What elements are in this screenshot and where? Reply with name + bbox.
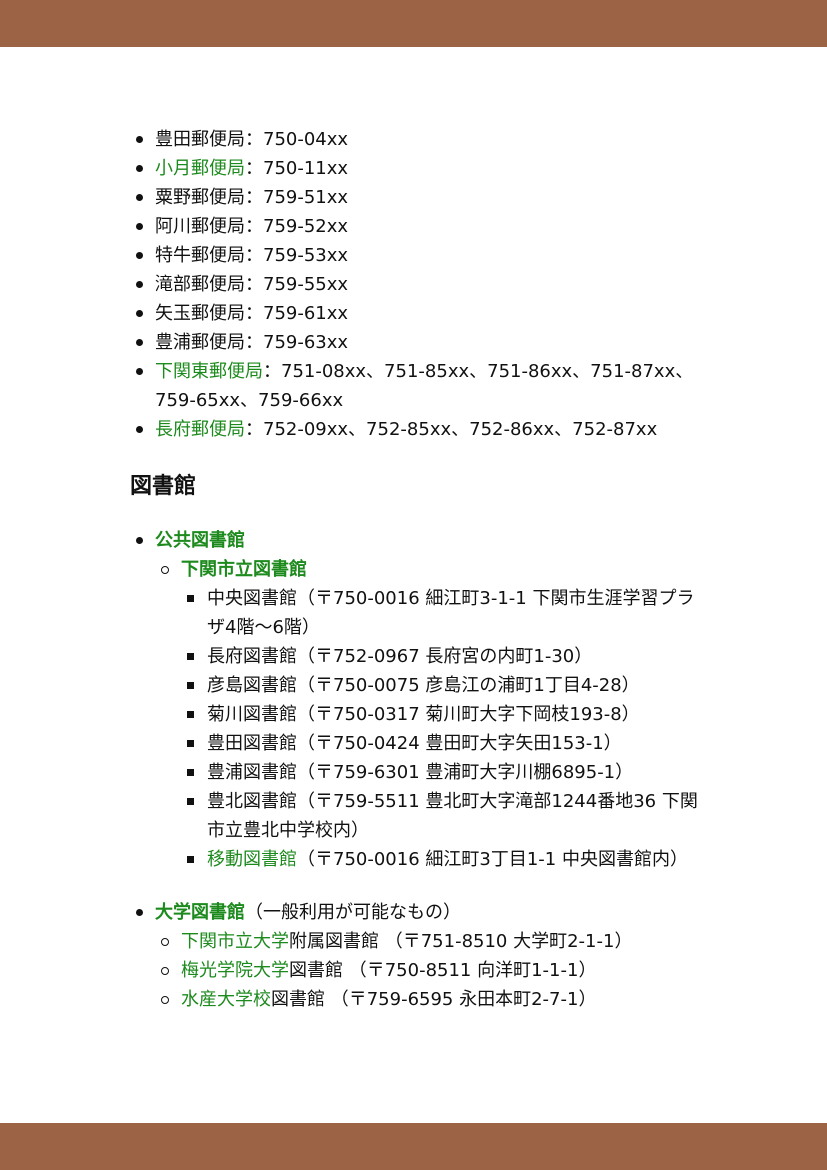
list-item: 滝部郵便局：759-55xx (130, 270, 710, 299)
branch-address: （〒759-6301 豊浦町大字川棚6895-1） (297, 762, 634, 783)
branch-name: 中央図書館 (207, 588, 297, 609)
public-library-link[interactable]: 公共図書館 (155, 530, 245, 551)
list-item: 長府図書館（〒752-0967 長府宮の内町1-30） (181, 642, 710, 671)
list-item: 豊田図書館（〒750-0424 豊田町大字矢田153-1） (181, 729, 710, 758)
list-item: 豊浦郵便局：759-63xx (130, 328, 710, 357)
list-item: 粟野郵便局：759-51xx (130, 183, 710, 212)
postal-codes: ：750-11xx (245, 158, 349, 179)
post-office-link[interactable]: 小月郵便局 (155, 158, 245, 179)
post-office-name: 滝部郵便局 (155, 274, 245, 295)
postal-codes: ：750-04xx (245, 129, 349, 150)
footer-band (0, 1123, 827, 1170)
mobile-library-link[interactable]: 移動図書館 (207, 849, 297, 870)
branch-name: 彦島図書館 (207, 675, 297, 696)
post-office-name: 豊田郵便局 (155, 129, 245, 150)
branch-list: 中央図書館（〒750-0016 細江町3-1-1 下関市生涯学習プラザ4階〜6階… (181, 584, 710, 874)
branch-name: 豊田図書館 (207, 733, 297, 754)
university-library-sublist: 下関市立大学附属図書館 （〒751-8510 大学町2-1-1） 梅光学院大学図… (155, 927, 710, 1014)
list-item: 移動図書館（〒750-0016 細江町3丁目1-1 中央図書館内） (181, 845, 710, 874)
university-library-detail: 図書館 （〒750-8511 向洋町1-1-1） (289, 960, 597, 981)
list-item: 下関市立図書館 中央図書館（〒750-0016 細江町3-1-1 下関市生涯学習… (155, 555, 710, 874)
list-item: 矢玉郵便局：759-61xx (130, 299, 710, 328)
branch-address: （〒752-0967 長府宮の内町1-30） (297, 646, 593, 667)
list-item: 下関東郵便局：751-08xx、751-85xx、751-86xx、751-87… (130, 357, 710, 415)
postal-codes: ：759-61xx (245, 303, 349, 324)
list-item: 彦島図書館（〒750-0075 彦島江の浦町1丁目4-28） (181, 671, 710, 700)
branch-address: （〒750-0016 細江町3丁目1-1 中央図書館内） (297, 849, 688, 870)
university-link[interactable]: 水産大学校 (181, 989, 271, 1010)
postal-codes: ：752-09xx、752-85xx、752-86xx、752-87xx (245, 419, 658, 440)
postal-codes: ：759-53xx (245, 245, 349, 266)
list-item: 豊北図書館（〒759-5511 豊北町大字滝部1244番地36 下関市立豊北中学… (181, 787, 710, 845)
list-item: 公共図書館 下関市立図書館 中央図書館（〒750-0016 細江町3-1-1 下… (130, 526, 710, 874)
postal-codes: ：759-52xx (245, 216, 349, 237)
article-body: 豊田郵便局：750-04xx 小月郵便局：750-11xx 粟野郵便局：759-… (130, 125, 710, 1014)
list-item: 下関市立大学附属図書館 （〒751-8510 大学町2-1-1） (155, 927, 710, 956)
post-office-name: 矢玉郵便局 (155, 303, 245, 324)
postal-codes: ：759-63xx (245, 332, 349, 353)
university-link[interactable]: 下関市立大学 (181, 931, 289, 952)
university-library-detail: 図書館 （〒759-6595 永田本町2-7-1） (271, 989, 597, 1010)
list-item: 阿川郵便局：759-52xx (130, 212, 710, 241)
list-item: 豊浦図書館（〒759-6301 豊浦町大字川棚6895-1） (181, 758, 710, 787)
list-item: 小月郵便局：750-11xx (130, 154, 710, 183)
list-item: 大学図書館（一般利用が可能なもの） 下関市立大学附属図書館 （〒751-8510… (130, 898, 710, 1014)
university-library-note: （一般利用が可能なもの） (245, 902, 461, 923)
postal-codes: ：759-55xx (245, 274, 349, 295)
post-office-name: 特牛郵便局 (155, 245, 245, 266)
branch-address: （〒750-0317 菊川町大字下岡枝193-8） (297, 704, 640, 725)
section-heading-library: 図書館 (130, 474, 197, 499)
post-office-name: 粟野郵便局 (155, 187, 245, 208)
branch-address: （〒750-0075 彦島江の浦町1丁目4-28） (297, 675, 640, 696)
branch-name: 豊北図書館 (207, 791, 297, 812)
public-library-sublist: 下関市立図書館 中央図書館（〒750-0016 細江町3-1-1 下関市生涯学習… (155, 555, 710, 874)
city-library-link[interactable]: 下関市立図書館 (181, 559, 307, 580)
library-list: 公共図書館 下関市立図書館 中央図書館（〒750-0016 細江町3-1-1 下… (130, 526, 710, 1014)
list-item: 菊川図書館（〒750-0317 菊川町大字下岡枝193-8） (181, 700, 710, 729)
list-item: 特牛郵便局：759-53xx (130, 241, 710, 270)
post-office-name: 豊浦郵便局 (155, 332, 245, 353)
list-item: 豊田郵便局：750-04xx (130, 125, 710, 154)
branch-name: 豊浦図書館 (207, 762, 297, 783)
list-item: 中央図書館（〒750-0016 細江町3-1-1 下関市生涯学習プラザ4階〜6階… (181, 584, 710, 642)
branch-name: 長府図書館 (207, 646, 297, 667)
post-office-name: 阿川郵便局 (155, 216, 245, 237)
list-item: 長府郵便局：752-09xx、752-85xx、752-86xx、752-87x… (130, 415, 710, 444)
post-office-link[interactable]: 長府郵便局 (155, 419, 245, 440)
branch-name: 菊川図書館 (207, 704, 297, 725)
postal-codes: ：759-51xx (245, 187, 349, 208)
header-band (0, 0, 827, 47)
post-office-link[interactable]: 下関東郵便局 (155, 361, 263, 382)
university-link[interactable]: 梅光学院大学 (181, 960, 289, 981)
university-library-link[interactable]: 大学図書館 (155, 902, 245, 923)
branch-address: （〒750-0424 豊田町大字矢田153-1） (297, 733, 622, 754)
university-library-detail: 附属図書館 （〒751-8510 大学町2-1-1） (289, 931, 633, 952)
list-item: 梅光学院大学図書館 （〒750-8511 向洋町1-1-1） (155, 956, 710, 985)
post-office-list: 豊田郵便局：750-04xx 小月郵便局：750-11xx 粟野郵便局：759-… (130, 125, 710, 444)
list-item: 水産大学校図書館 （〒759-6595 永田本町2-7-1） (155, 985, 710, 1014)
